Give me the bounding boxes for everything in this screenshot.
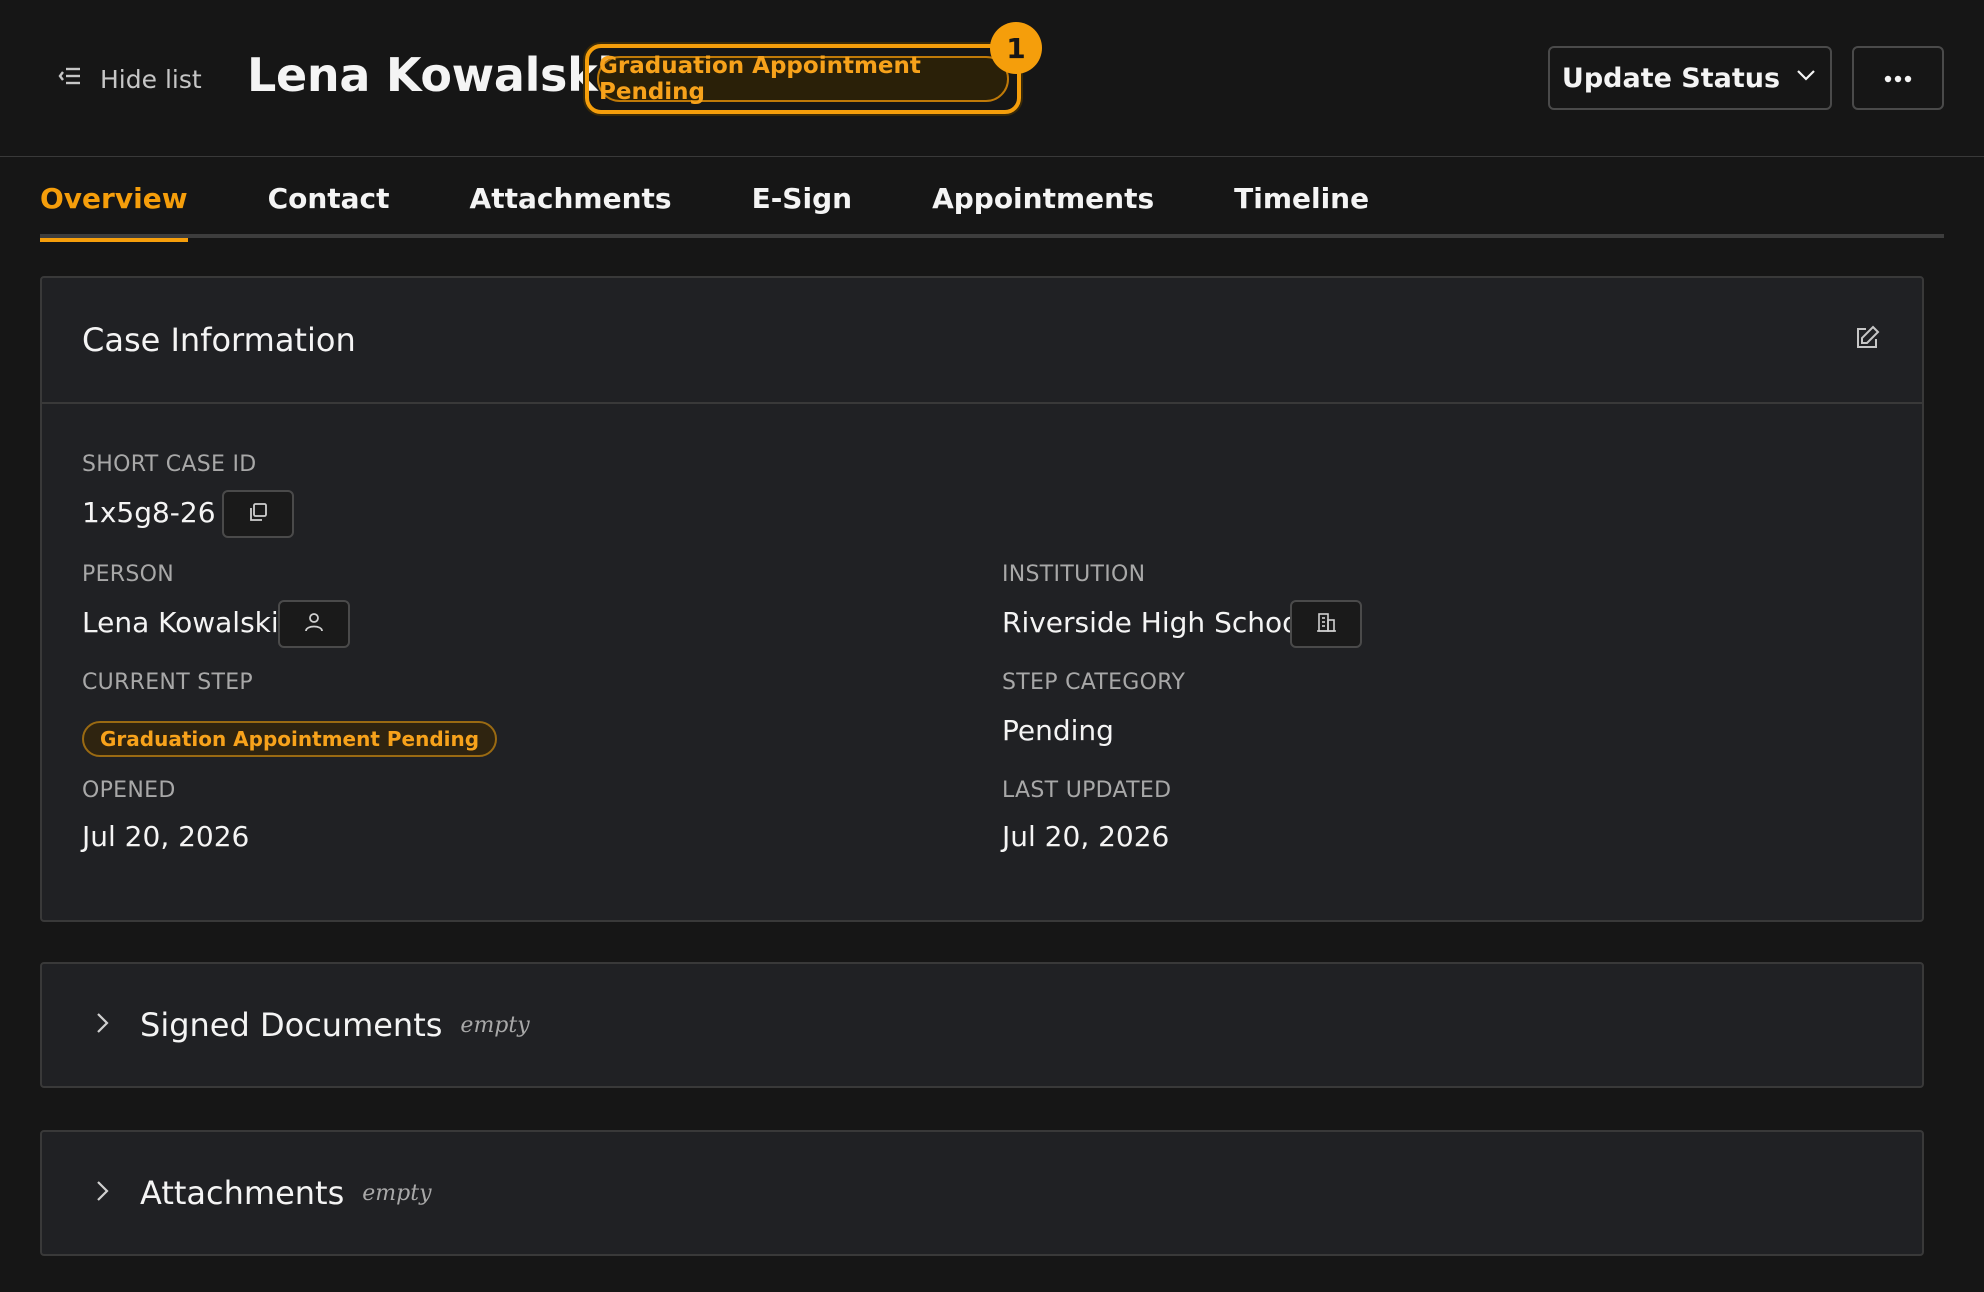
update-status-label: Update Status (1561, 62, 1781, 94)
page-header: Hide list Lena Kowalski Graduation Appoi… (0, 0, 1984, 157)
current-step-label: CURRENT STEP (82, 670, 253, 695)
view-person-button[interactable] (278, 600, 350, 648)
case-information-title: Case Information (82, 321, 356, 359)
opened-value: Jul 20, 2026 (82, 820, 250, 853)
page-title: Lena Kowalski (247, 48, 613, 102)
notification-count-badge: 1 (990, 22, 1042, 74)
short-case-id-value: 1x5g8-26 (82, 496, 216, 529)
list-collapse-icon (56, 62, 84, 96)
person-label: PERSON (82, 562, 174, 587)
chevron-right-icon (90, 1179, 140, 1207)
step-category-value: Pending (1002, 714, 1114, 747)
attachments-section[interactable]: Attachments empty (40, 1130, 1924, 1256)
signed-documents-section[interactable]: Signed Documents empty (40, 962, 1924, 1088)
institution-label: INSTITUTION (1002, 562, 1146, 587)
tab-timeline[interactable]: Timeline (1234, 158, 1369, 238)
tab-overview[interactable]: Overview (40, 158, 188, 242)
tab-bar: Overview Contact Attachments E-Sign Appo… (40, 158, 1944, 242)
tab-attachments[interactable]: Attachments (470, 158, 672, 238)
status-highlight[interactable]: Graduation Appointment Pending (585, 44, 1021, 114)
status-badge[interactable]: Graduation Appointment Pending (597, 53, 1009, 105)
edit-icon[interactable] (1852, 323, 1882, 357)
person-value: Lena Kowalski (82, 606, 279, 639)
tab-contact[interactable]: Contact (268, 158, 390, 238)
chevron-right-icon (90, 1011, 140, 1039)
copy-case-id-button[interactable] (222, 490, 294, 538)
chevron-down-icon (1794, 63, 1818, 94)
copy-icon (247, 501, 269, 527)
building-icon (1315, 611, 1337, 637)
institution-value: Riverside High School (1002, 606, 1308, 639)
user-icon (303, 611, 325, 637)
last-updated-label: LAST UPDATED (1002, 778, 1172, 803)
ellipsis-icon (1883, 69, 1913, 88)
signed-documents-title: Signed Documents (140, 1006, 443, 1044)
update-status-button[interactable]: Update Status (1548, 46, 1832, 110)
short-case-id-label: SHORT CASE ID (82, 452, 257, 477)
hide-list-label: Hide list (100, 64, 202, 94)
opened-label: OPENED (82, 778, 176, 803)
view-institution-button[interactable] (1290, 600, 1362, 648)
case-information-card: Case Information SHORT CASE ID 1x5g8-26 … (40, 276, 1924, 922)
tab-esign[interactable]: E-Sign (752, 158, 853, 238)
signed-documents-empty-tag: empty (460, 1012, 530, 1038)
attachments-empty-tag: empty (362, 1180, 432, 1206)
more-options-button[interactable] (1852, 46, 1944, 110)
case-information-header: Case Information (42, 278, 1922, 404)
last-updated-value: Jul 20, 2026 (1002, 820, 1170, 853)
current-step-badge: Graduation Appointment Pending (82, 721, 498, 757)
hide-list-button[interactable]: Hide list (56, 58, 202, 100)
attachments-title: Attachments (140, 1174, 345, 1212)
step-category-label: STEP CATEGORY (1002, 670, 1186, 695)
tab-appointments[interactable]: Appointments (932, 158, 1154, 238)
